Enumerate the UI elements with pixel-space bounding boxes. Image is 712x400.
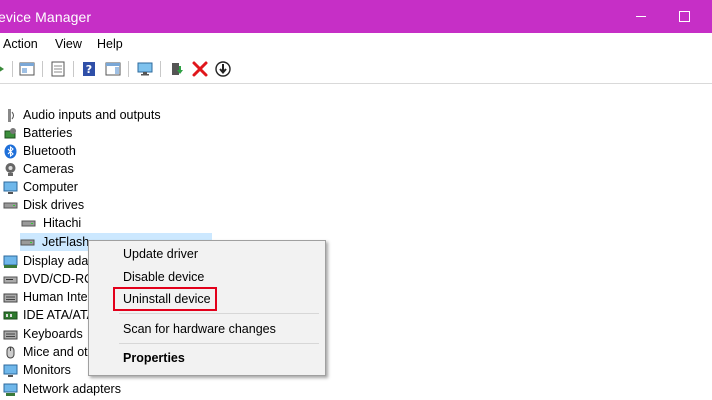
computer-icon	[3, 180, 18, 195]
menu-separator	[119, 343, 319, 344]
bluetooth-icon	[3, 144, 18, 159]
maximize-icon	[679, 11, 690, 22]
disk-drive-icon	[21, 216, 36, 231]
computer-management-icon[interactable]	[49, 60, 67, 78]
update-driver-item[interactable]: Update driver	[123, 244, 198, 264]
category-batteries[interactable]: Batteries	[0, 124, 220, 142]
toolbar-separator	[160, 61, 161, 77]
category-computer[interactable]: Computer	[0, 178, 220, 196]
svg-text:?: ?	[86, 63, 92, 76]
action-pane-icon[interactable]	[104, 60, 122, 78]
window-title: evice Manager	[0, 9, 92, 25]
uninstall-icon[interactable]	[191, 60, 209, 78]
toolbar-separator	[12, 61, 13, 77]
menu-view[interactable]: View	[55, 37, 82, 51]
disk-drive-icon	[20, 235, 35, 250]
battery-icon	[3, 126, 18, 141]
category-keyboards[interactable]: Keyboards	[0, 325, 88, 343]
category-human-interface[interactable]: Human Inte	[0, 288, 88, 306]
enable-device-icon[interactable]	[167, 60, 185, 78]
category-disk-drives[interactable]: Disk drives	[0, 196, 220, 214]
camera-icon	[3, 162, 18, 177]
toolbar: ?	[0, 56, 712, 84]
category-ide-ata[interactable]: IDE ATA/ATA	[0, 306, 95, 324]
category-bluetooth[interactable]: Bluetooth	[0, 142, 220, 160]
category-audio[interactable]: Audio inputs and outputs	[0, 106, 220, 124]
toolbar-separator	[42, 61, 43, 77]
category-monitors[interactable]: Monitors	[0, 361, 88, 379]
hid-keyboard-icon	[3, 290, 18, 305]
network-adapter-icon	[3, 382, 18, 397]
menu-separator	[119, 313, 319, 314]
category-dvd-cd-rom[interactable]: DVD/CD-RO	[0, 270, 94, 288]
title-bar: evice Manager	[0, 0, 712, 33]
menu-action[interactable]: Action	[3, 37, 38, 51]
mouse-icon	[3, 345, 18, 360]
monitor-icon[interactable]	[136, 60, 154, 78]
menu-bar: Action View Help	[0, 33, 712, 55]
category-display-adapters[interactable]: Display adap	[0, 252, 95, 270]
disk-drive-icon	[3, 198, 18, 213]
properties-item[interactable]: Properties	[123, 348, 185, 368]
help-icon[interactable]: ?	[80, 60, 98, 78]
category-cameras[interactable]: Cameras	[0, 160, 220, 178]
ide-controller-icon	[3, 308, 18, 323]
keyboard-icon	[3, 327, 18, 342]
disable-device-item[interactable]: Disable device	[123, 267, 204, 287]
minimize-button[interactable]	[627, 6, 655, 28]
properties-icon[interactable]	[18, 60, 36, 78]
category-mice[interactable]: Mice and ot	[0, 343, 88, 361]
dvd-drive-icon	[3, 272, 18, 287]
highlight-box	[113, 287, 217, 311]
category-network-adapters[interactable]: Network adapters	[0, 380, 220, 398]
update-driver-icon[interactable]	[214, 60, 232, 78]
toolbar-separator	[73, 61, 74, 77]
display-adapter-icon	[3, 254, 18, 269]
menu-help[interactable]: Help	[97, 37, 123, 51]
toolbar-separator	[128, 61, 129, 77]
minimize-icon	[636, 16, 646, 17]
device-hitachi[interactable]: Hitachi	[21, 214, 211, 232]
scan-hardware-item[interactable]: Scan for hardware changes	[123, 319, 276, 339]
maximize-button[interactable]	[670, 6, 698, 28]
forward-icon[interactable]	[0, 60, 12, 78]
speaker-icon	[3, 108, 18, 123]
monitor-icon	[3, 363, 18, 378]
